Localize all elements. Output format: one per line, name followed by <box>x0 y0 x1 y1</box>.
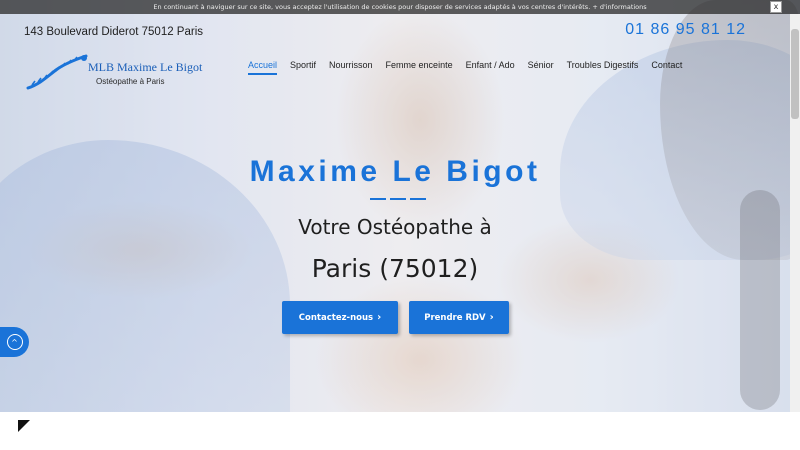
chevron-right-icon: › <box>489 312 494 323</box>
book-appointment-button-label: Prendre RDV <box>424 312 486 323</box>
corner-triangle-icon <box>18 420 30 432</box>
hero-subtitle: Votre Ostéopathe à <box>298 215 492 239</box>
book-appointment-button[interactable]: Prendre RDV › <box>409 301 509 334</box>
nav-item-accueil[interactable]: Accueil <box>248 60 278 75</box>
hero-title: Maxime Le Bigot <box>249 155 541 188</box>
spine-logo-icon <box>26 54 88 90</box>
header-address: 143 Boulevard Diderot 75012 Paris <box>24 26 204 38</box>
logo-name: MLB Maxime Le Bigot <box>88 60 203 74</box>
nav-item-troubles-digestifs[interactable]: Troubles Digestifs <box>567 60 639 75</box>
scrollbar-thumb[interactable] <box>791 29 799 119</box>
nav-item-enfant-ado[interactable]: Enfant / Ado <box>466 60 515 75</box>
nav-item-sportif[interactable]: Sportif <box>290 60 316 75</box>
title-divider <box>370 198 426 202</box>
header-phone[interactable]: 01 86 95 81 12 <box>625 21 746 39</box>
cookie-bar: En continuant à naviguer sur ce site, vo… <box>0 0 800 14</box>
cookie-close-button[interactable]: x <box>770 1 782 13</box>
nav-item-contact[interactable]: Contact <box>651 60 682 75</box>
contact-button-label: Contactez-nous <box>298 312 374 323</box>
nav-item-femme-enceinte[interactable]: Femme enceinte <box>386 60 453 75</box>
hero-city: Paris (75012) <box>311 254 479 283</box>
cookie-text[interactable]: En continuant à naviguer sur ce site, vo… <box>153 3 646 11</box>
nav-item-nourrisson[interactable]: Nourrisson <box>329 60 373 75</box>
chevron-up-icon: ^ <box>6 334 23 350</box>
scroll-top-button[interactable]: ^ <box>0 327 29 357</box>
page-scrollbar[interactable] <box>790 14 800 412</box>
main-nav: Accueil Sportif Nourrisson Femme enceint… <box>248 60 682 75</box>
contact-button[interactable]: Contactez-nous › <box>282 301 398 334</box>
nav-item-senior[interactable]: Sénior <box>528 60 554 75</box>
chevron-right-icon: › <box>377 312 382 323</box>
site-logo[interactable]: MLB Maxime Le Bigot Ostéopathe à Paris <box>26 54 202 94</box>
logo-subtitle: Ostéopathe à Paris <box>96 77 165 86</box>
